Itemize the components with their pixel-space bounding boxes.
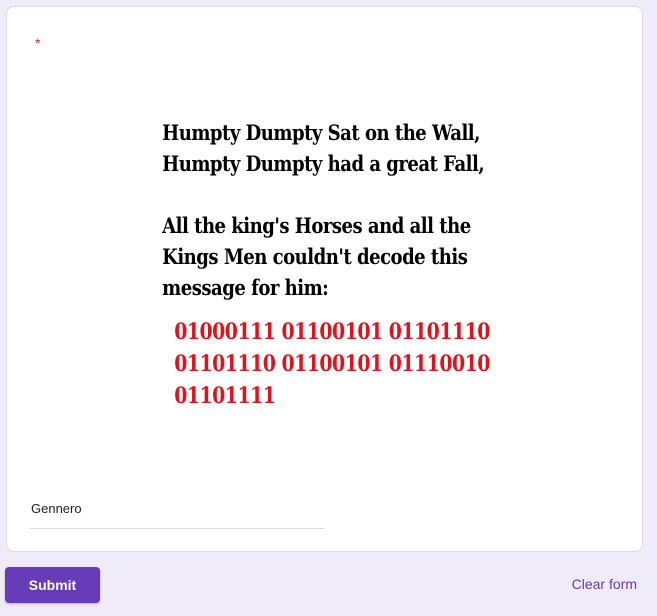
poem-text: Humpty Dumpty Sat on the Wall, Humpty Du… <box>157 117 484 303</box>
poem-line: Humpty Dumpty had a great Fall, <box>162 151 485 176</box>
poem-line: Kings Men couldn't decode this <box>162 244 468 269</box>
binary-line: 01000111 01100101 01101110 <box>174 319 490 345</box>
submit-button[interactable]: Submit <box>5 567 100 603</box>
question-card: * Humpty Dumpty Sat on the Wall, Humpty … <box>6 6 643 552</box>
binary-message: 01000111 01100101 01101110 01101110 0110… <box>157 316 490 412</box>
required-marker: * <box>35 35 41 51</box>
question-image: Humpty Dumpty Sat on the Wall, Humpty Du… <box>157 117 517 447</box>
poem-line: message for him: <box>162 275 329 300</box>
clear-form-button[interactable]: Clear form <box>572 576 637 592</box>
poem-line: Humpty Dumpty Sat on the Wall, <box>162 120 480 145</box>
binary-line: 01101110 01100101 01110010 <box>174 351 490 377</box>
answer-input[interactable]: Gennero <box>30 499 325 529</box>
binary-line: 01101111 <box>174 383 276 409</box>
answer-value: Gennero <box>31 501 82 516</box>
poem-line: All the king's Horses and all the <box>162 213 471 238</box>
